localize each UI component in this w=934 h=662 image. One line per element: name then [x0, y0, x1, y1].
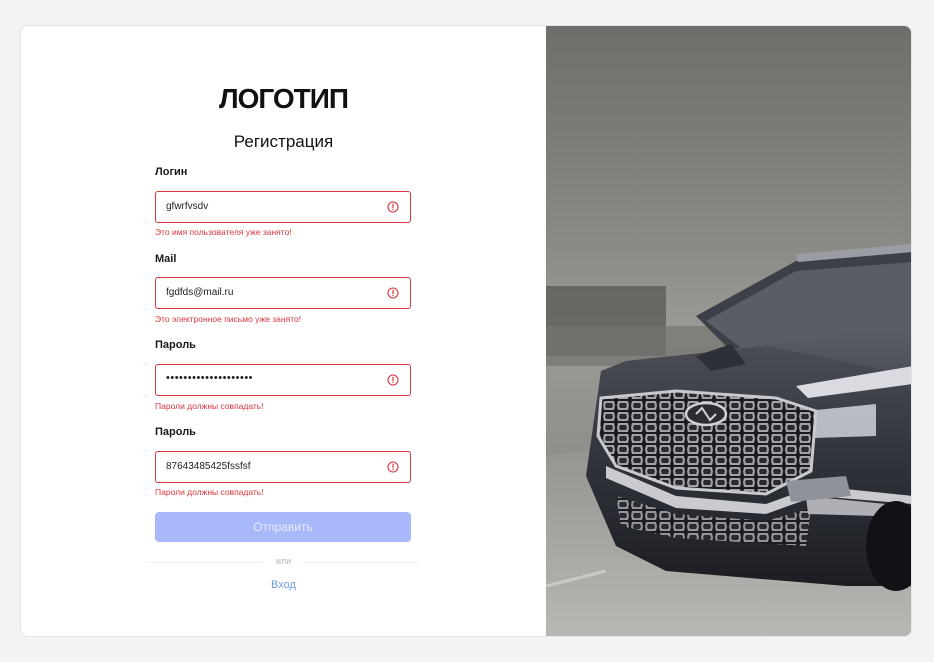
- car-photo: [546, 26, 911, 636]
- mail-value: fgdfds@mail.ru: [166, 287, 234, 298]
- error-circle-icon: [387, 461, 399, 473]
- login-link[interactable]: Вход: [21, 579, 546, 591]
- login-error: Это имя пользователя уже занято!: [155, 227, 292, 237]
- car-illustration: [546, 26, 911, 636]
- password-confirm-value: 87643485425fssfsf: [166, 461, 251, 472]
- password-value: ••••••••••••••••••••: [166, 372, 254, 384]
- divider-text: или: [275, 556, 292, 566]
- login-value: gfwrfvsdv: [166, 201, 209, 212]
- password-confirm-input[interactable]: 87643485425fssfsf: [155, 451, 411, 483]
- error-circle-icon: [387, 201, 399, 213]
- login-input[interactable]: gfwrfvsdv: [155, 191, 411, 223]
- mail-error: Это электронное письмо уже занято!: [155, 314, 302, 324]
- password-error: Пароли должны совпадать!: [155, 401, 264, 411]
- password-confirm-label: Пароль: [155, 426, 196, 438]
- login-label: Логин: [155, 166, 188, 178]
- error-circle-icon: [387, 374, 399, 386]
- password-input[interactable]: ••••••••••••••••••••: [155, 364, 411, 396]
- mail-label: Mail: [155, 253, 177, 265]
- submit-button[interactable]: Отправить: [155, 512, 411, 542]
- logo: ЛОГОТИП: [218, 83, 349, 114]
- error-circle-icon: [387, 287, 399, 299]
- mail-input[interactable]: fgdfds@mail.ru: [155, 277, 411, 309]
- page-title: Регистрация: [233, 132, 334, 151]
- password-label: Пароль: [155, 339, 196, 351]
- password-confirm-error: Пароли должны совпадать!: [155, 487, 264, 497]
- registration-form: ЛОГОТИП Регистрация Логин gfwrfvsdv Это …: [21, 26, 546, 636]
- registration-card: ЛОГОТИП Регистрация Логин gfwrfvsdv Это …: [20, 25, 912, 637]
